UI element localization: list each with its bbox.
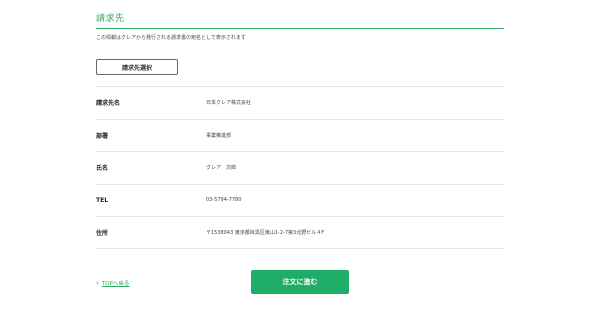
- section-description: この情報はクレアから発行される請求書の宛名として表示されます: [96, 35, 246, 41]
- back-to-top-label: TOPへ戻る: [101, 281, 130, 287]
- tel-value: 03-5794-7780: [206, 197, 242, 204]
- person-name-value: クレア 次郎: [206, 165, 237, 172]
- chevron-left-icon: ‹: [96, 279, 99, 287]
- address-row: 住所 〒1538043 東京都目黒区東山1-2-7第3北野ビル４F: [96, 216, 504, 249]
- section-title: 請求先: [96, 14, 125, 24]
- person-name-label: 氏名: [96, 165, 109, 173]
- department-label: 部署: [96, 132, 109, 140]
- title-divider: [96, 28, 504, 29]
- billing-name-row: 請求先名 日本クレア株式会社: [96, 86, 504, 119]
- billing-info-table: 請求先名 日本クレア株式会社 部署 事業推進部 氏名 クレア 次郎 TEL 03…: [96, 86, 504, 249]
- billing-name-value: 日本クレア株式会社: [206, 100, 252, 107]
- back-to-top-link[interactable]: ‹ TOPへ戻る: [96, 279, 129, 287]
- department-value: 事業推進部: [206, 132, 232, 139]
- address-value: 〒1538043 東京都目黒区東山1-2-7第3北野ビル４F: [206, 229, 325, 236]
- proceed-to-order-button[interactable]: 注文に進む: [251, 270, 349, 294]
- tel-row: TEL 03-5794-7780: [96, 183, 504, 217]
- select-billing-button[interactable]: 請求先選択: [96, 59, 178, 75]
- billing-name-label: 請求先名: [96, 100, 121, 108]
- person-name-row: 氏名 クレア 次郎: [96, 151, 504, 184]
- department-row: 部署 事業推進部: [96, 118, 504, 152]
- tel-label: TEL: [96, 196, 109, 204]
- address-label: 住所: [96, 229, 109, 237]
